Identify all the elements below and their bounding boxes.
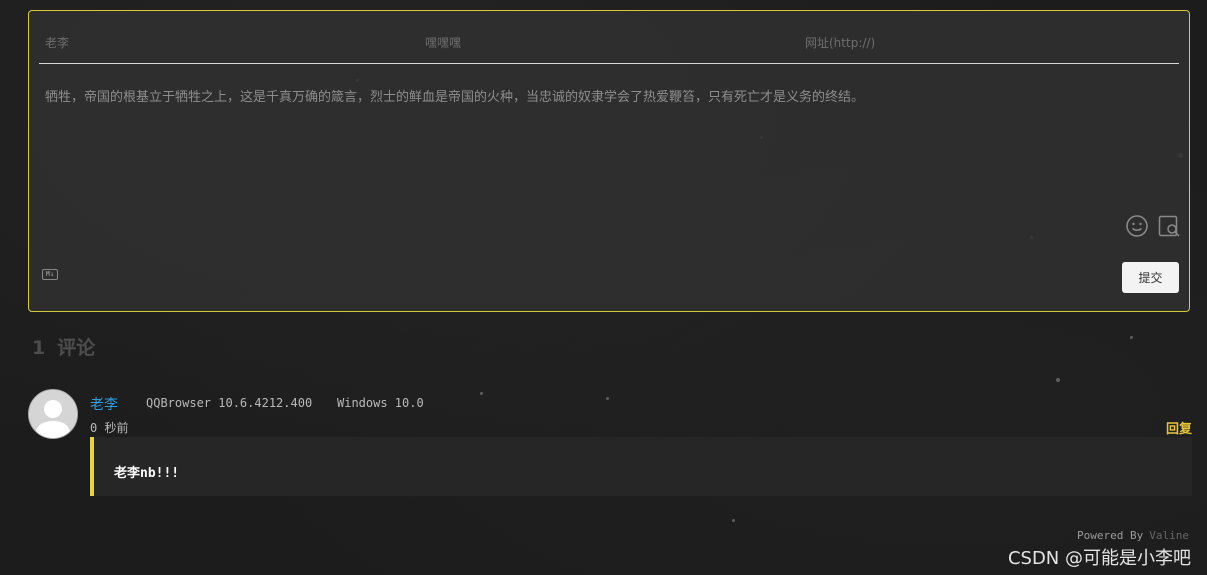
comment-count: 1 评论 <box>32 333 95 360</box>
emoji-icon[interactable] <box>1125 214 1149 238</box>
comment-count-number: 1 <box>32 337 46 359</box>
dust-dot <box>480 392 483 395</box>
dust-dot <box>606 397 609 400</box>
dust-dot <box>732 519 735 522</box>
valine-link[interactable]: Valine <box>1149 529 1189 542</box>
markdown-icon[interactable]: M↓ <box>42 269 58 280</box>
link-input[interactable] <box>799 23 1179 63</box>
comment-textarea[interactable]: 牺牲，帝国的根基立于牺牲之上，这是千真万确的箴言，烈士的鲜血是帝国的火种，当忠诚… <box>45 89 1169 107</box>
browser-info: QQBrowser 10.6.4212.400 <box>146 396 313 410</box>
comment-header-fields <box>39 23 1179 64</box>
os-info: Windows 10.0 <box>337 396 424 410</box>
comment-author-link[interactable]: 老李 <box>90 394 118 414</box>
powered-by-label: Powered By <box>1077 529 1144 542</box>
comment-editor: 牺牲，帝国的根基立于牺牲之上，这是千真万确的箴言，烈士的鲜血是帝国的火种，当忠诚… <box>28 10 1190 312</box>
dust-dot <box>1130 336 1133 339</box>
comment-time: 0 秒前 <box>90 421 129 435</box>
preview-icon[interactable] <box>1157 214 1181 238</box>
reply-button[interactable]: 回复 <box>1166 418 1192 437</box>
powered-by: Powered By Valine <box>1077 529 1189 542</box>
nick-input[interactable] <box>39 23 419 63</box>
submit-button[interactable]: 提交 <box>1122 262 1179 293</box>
comment-count-label: 评论 <box>57 337 96 359</box>
dust-dot <box>1056 378 1060 382</box>
comment-content: 老李nb!!! <box>90 437 1192 496</box>
comment-content-text: 老李nb!!! <box>114 466 180 481</box>
csdn-watermark: CSDN @可能是小李吧 <box>1007 548 1191 569</box>
avatar <box>28 389 78 439</box>
mail-input[interactable] <box>419 23 799 63</box>
